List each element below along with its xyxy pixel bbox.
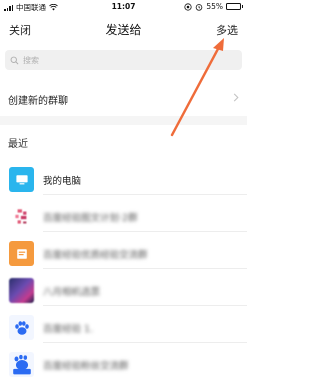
- row-divider: [43, 231, 247, 232]
- baidu-du-avatar: [9, 352, 34, 377]
- chevron-right-icon: [233, 93, 239, 102]
- search-icon: [10, 56, 19, 64]
- contact-name: 百度经验优质经验交流群: [43, 250, 148, 261]
- contact-row[interactable]: 八月相机选票: [0, 276, 247, 306]
- contact-row[interactable]: 我的电脑: [0, 165, 247, 195]
- row-divider: [43, 342, 247, 343]
- status-right: 55%: [184, 2, 243, 11]
- contact-row[interactable]: 百度经验图文计划·2群: [0, 202, 247, 232]
- contact-name: 我的电脑: [43, 176, 82, 187]
- row-divider: [43, 194, 247, 195]
- contact-name: 百度经验 1.: [43, 324, 94, 335]
- baidu-paw-avatar: [9, 315, 34, 340]
- page-title: 发送给: [105, 23, 142, 37]
- battery-percent: 55%: [206, 2, 223, 11]
- create-group-row[interactable]: 创建新的群聊: [0, 84, 247, 110]
- search-placeholder: 搜索: [23, 55, 39, 65]
- section-divider: [0, 116, 247, 125]
- row-divider: [43, 268, 247, 269]
- search-input[interactable]: 搜索: [5, 50, 242, 70]
- recent-section-label: 最近: [8, 139, 28, 150]
- battery-icon: [226, 3, 243, 10]
- alarm-icon: [196, 3, 203, 11]
- location-icon: [184, 2, 192, 11]
- status-bar: 中国联通 11:07 55%: [0, 0, 247, 14]
- document-avatar: [9, 241, 34, 266]
- row-divider: [43, 305, 247, 306]
- contact-name: 百度经验图文计划·2群: [43, 213, 138, 224]
- multi-select-button[interactable]: 多选: [216, 22, 238, 38]
- nav-bar: 关闭 发送给 多选: [0, 14, 247, 44]
- contact-row[interactable]: 百度经验粉丝交流群: [0, 350, 247, 380]
- contact-name: 百度经验粉丝交流群: [43, 361, 129, 372]
- contact-row[interactable]: 百度经验优质经验交流群: [0, 239, 247, 269]
- pixel-avatar: [9, 204, 34, 229]
- computer-icon: [9, 167, 34, 192]
- contact-name: 八月相机选票: [43, 287, 101, 298]
- photo-avatar: [9, 278, 34, 303]
- contact-row[interactable]: 百度经验 1.: [0, 313, 247, 343]
- create-group-label: 创建新的群聊: [8, 96, 68, 107]
